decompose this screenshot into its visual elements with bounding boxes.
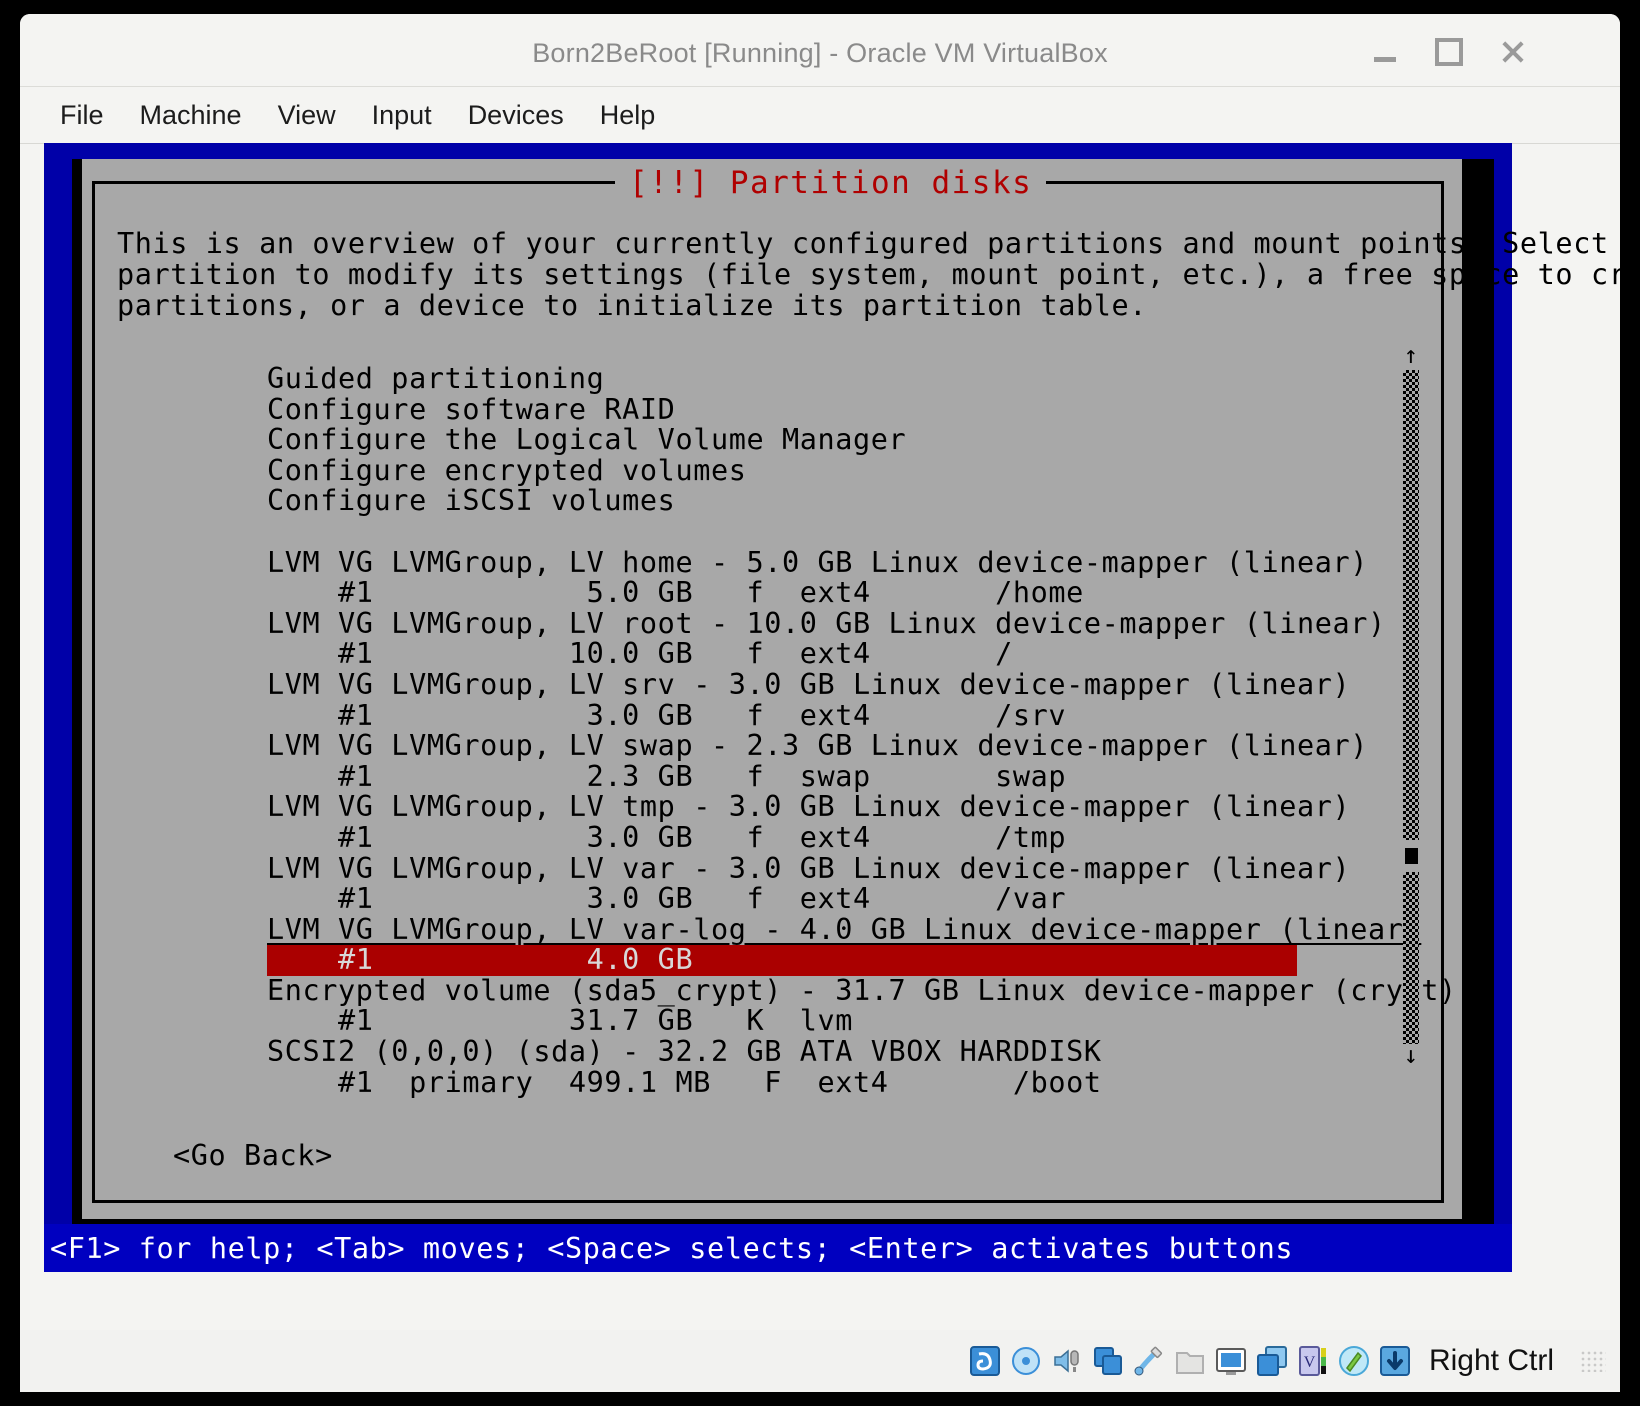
partition-row[interactable]: #1 2.3 GB f swap swap xyxy=(117,761,1421,793)
vm-guest-screen[interactable]: [!!] Partition disks This is an overview… xyxy=(44,143,1620,1272)
menubar: File Machine View Input Devices Help xyxy=(20,87,1620,144)
partition-row[interactable]: #1 31.7 GB K lvm xyxy=(117,1006,1421,1037)
partition-row[interactable]: #1 10.0 GB f ext4 / xyxy=(117,639,1421,670)
partition-row[interactable]: LVM VG LVMGroup, LV srv - 3.0 GB Linux d… xyxy=(117,669,1421,701)
menu-option-lvm[interactable]: Configure the Logical Volume Manager xyxy=(117,425,1421,456)
dialog-frame: [!!] Partition disks This is an overview… xyxy=(92,165,1620,1203)
network-icon[interactable] xyxy=(1092,1345,1124,1377)
svg-text:V: V xyxy=(1304,1354,1316,1371)
partition-row[interactable]: #1 5.0 GB f ext4 /home xyxy=(117,578,1421,609)
virtualbox-window: Born2BeRoot [Running] - Oracle VM Virtua… xyxy=(20,14,1620,1392)
mouse-integration-icon[interactable] xyxy=(1338,1345,1370,1377)
dialog-title: [!!] Partition disks xyxy=(615,165,1047,201)
virtualization-icon[interactable]: V xyxy=(1297,1345,1329,1377)
menu-option-guided-partitioning[interactable]: Guided partitioning xyxy=(117,363,1421,395)
close-button[interactable] xyxy=(1490,34,1536,70)
partition-row[interactable]: LVM VG LVMGroup, LV var - 3.0 GB Linux d… xyxy=(117,853,1421,885)
hard-disk-icon[interactable] xyxy=(969,1345,1001,1377)
description-line-3: partitions, or a device to initialize it… xyxy=(117,289,1147,322)
installer-hint-text: <F1> for help; <Tab> moves; <Space> sele… xyxy=(50,1232,1294,1265)
partition-row[interactable]: #1 3.0 GB f ext4 /tmp xyxy=(117,822,1421,854)
shared-folders-icon[interactable] xyxy=(1174,1345,1206,1377)
menu-file[interactable]: File xyxy=(42,96,122,135)
description-line-1: This is an overview of your currently co… xyxy=(117,227,1620,260)
minimize-icon xyxy=(1374,56,1396,62)
optical-disk-icon[interactable] xyxy=(1010,1345,1042,1377)
vbox-statusbar: V Right Ctrl xyxy=(20,1330,1620,1392)
recording-icon[interactable] xyxy=(1256,1345,1288,1377)
installer-background: [!!] Partition disks This is an overview… xyxy=(44,143,1620,1272)
installer-hint-bar: <F1> for help; <Tab> moves; <Space> sele… xyxy=(44,1224,1512,1272)
partition-list[interactable]: Guided partitioning Configure software R… xyxy=(117,363,1456,1099)
partition-row[interactable]: #1 primary 499.1 MB F ext4 /boot xyxy=(117,1067,1421,1099)
installer-shadow: [!!] Partition disks This is an overview… xyxy=(72,159,1620,1237)
partition-row[interactable]: #1 3.0 GB f ext4 /var xyxy=(117,883,1421,915)
partition-row-selected[interactable]: #1 4.0 GB xyxy=(267,945,1297,976)
partition-row[interactable]: LVM VG LVMGroup, LV var-log - 4.0 GB Lin… xyxy=(117,914,1421,946)
partition-row[interactable]: LVM VG LVMGroup, LV swap - 2.3 GB Linux … xyxy=(117,731,1421,762)
scrollbar-track-upper[interactable] xyxy=(1403,370,1419,840)
menu-option-software-raid[interactable]: Configure software RAID xyxy=(117,394,1421,426)
partition-row[interactable]: LVM VG LVMGroup, LV home - 5.0 GB Linux … xyxy=(117,547,1421,579)
partition-row[interactable]: LVM VG LVMGroup, LV root - 10.0 GB Linux… xyxy=(117,608,1421,640)
menu-option-encrypted-volumes[interactable]: Configure encrypted volumes xyxy=(117,455,1421,487)
description-line-2: partition to modify its settings (file s… xyxy=(117,258,1620,291)
host-key-label: Right Ctrl xyxy=(1428,1344,1554,1377)
keyboard-capture-icon[interactable] xyxy=(1379,1345,1411,1377)
maximize-icon xyxy=(1435,38,1463,66)
partition-disks-dialog: [!!] Partition disks This is an overview… xyxy=(82,159,1620,1219)
scrollbar-thumb[interactable] xyxy=(1405,848,1418,864)
partition-row[interactable]: LVM VG LVMGroup, LV tmp - 3.0 GB Linux d… xyxy=(117,792,1421,823)
partition-row[interactable]: Encrypted volume (sda5_crypt) - 31.7 GB … xyxy=(117,975,1456,1007)
maximize-button[interactable] xyxy=(1426,34,1472,70)
window-titlebar: Born2BeRoot [Running] - Oracle VM Virtua… xyxy=(20,14,1620,87)
list-scrollbar[interactable]: ↑ ↓ xyxy=(1403,343,1419,1084)
partition-rows: LVM VG LVMGroup, LV home - 5.0 GB Linux … xyxy=(117,547,1456,1099)
minimize-button[interactable] xyxy=(1362,34,1408,70)
close-icon xyxy=(1500,39,1526,65)
usb-icon[interactable] xyxy=(1133,1345,1165,1377)
display-icon[interactable] xyxy=(1215,1345,1247,1377)
resize-grip[interactable] xyxy=(1580,1350,1606,1372)
go-back-button[interactable]: <Go Back> xyxy=(173,1139,333,1172)
menu-help[interactable]: Help xyxy=(582,96,674,135)
dialog-description: This is an overview of your currently co… xyxy=(117,228,1620,322)
scrollbar-track-lower[interactable] xyxy=(1403,872,1419,1044)
partition-row[interactable]: #1 3.0 GB f ext4 /srv xyxy=(117,700,1421,732)
menu-input[interactable]: Input xyxy=(354,96,450,135)
menu-devices[interactable]: Devices xyxy=(450,96,582,135)
scroll-down-arrow-icon[interactable]: ↓ xyxy=(1403,1043,1419,1074)
menu-option-iscsi-volumes[interactable]: Configure iSCSI volumes xyxy=(117,486,1421,517)
menu-machine[interactable]: Machine xyxy=(122,96,260,135)
audio-icon[interactable] xyxy=(1051,1345,1083,1377)
menu-view[interactable]: View xyxy=(260,96,354,135)
partition-row[interactable]: SCSI2 (0,0,0) (sda) - 32.2 GB ATA VBOX H… xyxy=(117,1036,1421,1068)
